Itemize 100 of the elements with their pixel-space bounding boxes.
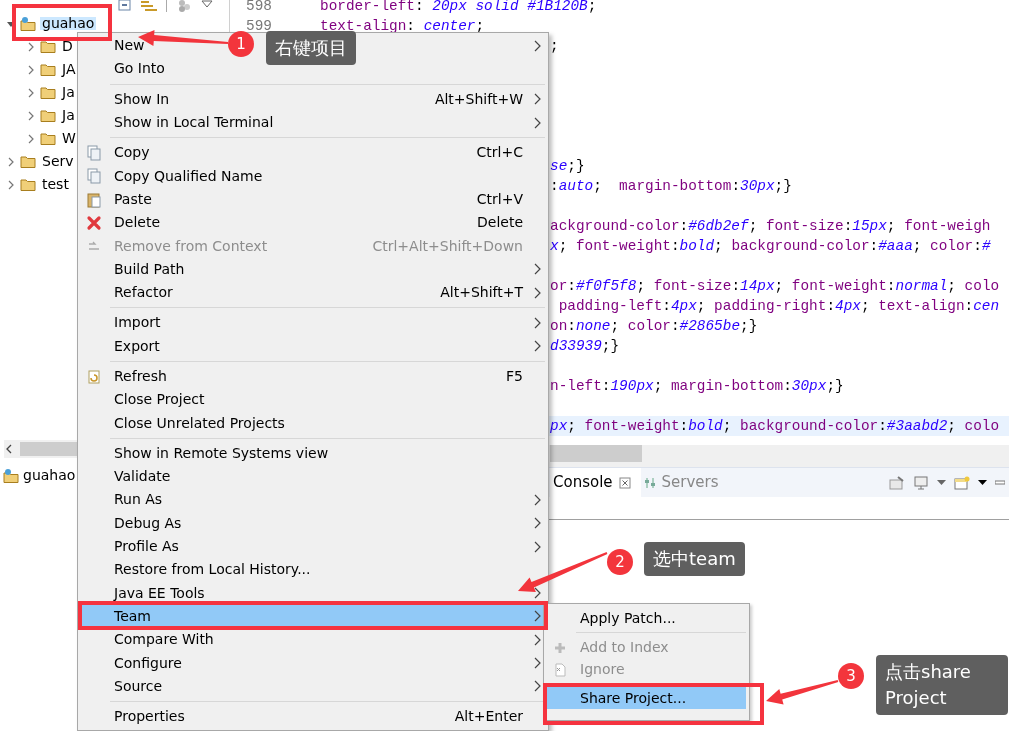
callout-label: 点击share Project: [876, 655, 1008, 715]
menu-item[interactable]: Close Unrelated Projects: [114, 414, 285, 431]
code-line: border-left: 20px solid #1B120B;: [320, 0, 597, 12]
menu-item[interactable]: Restore from Local History...: [114, 561, 311, 578]
menu-item[interactable]: Refresh: [114, 368, 167, 384]
tree-item[interactable]: JA: [60, 63, 78, 76]
shortcut-text: Ctrl+C: [476, 143, 524, 163]
menu-item[interactable]: Share Project...: [547, 687, 746, 709]
scroll-left-icon[interactable]: [4, 443, 14, 455]
menu-item[interactable]: Source: [114, 677, 163, 694]
folder-icon: [40, 39, 56, 54]
scrollbar-thumb[interactable]: [550, 445, 642, 462]
menu-item[interactable]: Profile As: [114, 538, 179, 555]
chevron-right-icon[interactable]: [26, 132, 36, 145]
chevron-right-icon[interactable]: [6, 178, 16, 191]
code-line: ackground-color:#6db2ef; font-size:15px; font-weigh: [550, 220, 991, 232]
pin-icon[interactable]: [889, 475, 905, 490]
code-line: px; font-weight:bold; background-color:#3aabd2; colo: [550, 420, 1000, 432]
menu-item[interactable]: Validate: [114, 468, 171, 485]
panel-tab[interactable]: Console: [550, 468, 641, 497]
tree-item[interactable]: Ja: [60, 109, 77, 122]
shortcut-text: Alt+Enter: [454, 707, 524, 727]
menu-item[interactable]: Export: [114, 337, 160, 354]
menu-item[interactable]: Import: [114, 314, 161, 331]
copy-icon: [86, 168, 102, 185]
monitor-icon[interactable]: [913, 475, 929, 490]
folder-icon: [20, 154, 36, 169]
refresh-icon: [86, 368, 102, 385]
dropdown-icon[interactable]: [978, 479, 987, 486]
code-line: n-left:190px; margin-bottom:30px;}: [550, 380, 844, 392]
tree-item[interactable]: Serv: [40, 155, 76, 168]
menu-item[interactable]: Compare With: [114, 631, 214, 648]
filter-icon[interactable]: [176, 0, 192, 12]
menu-item[interactable]: Paste: [114, 190, 152, 207]
menu-item[interactable]: Run As: [114, 491, 163, 508]
step-number: 2: [607, 549, 633, 575]
code-line: on:none; color:#2865be;}: [550, 320, 758, 332]
chevron-right-icon[interactable]: [26, 86, 36, 99]
code-line: d33939;}: [550, 340, 620, 352]
folder-icon: [20, 177, 36, 192]
folder-icon: [40, 62, 56, 77]
minimize-icon[interactable]: [995, 477, 1005, 488]
code-line: se;}: [550, 160, 585, 172]
folder-icon: [40, 108, 56, 123]
shortcut-text: Delete: [477, 213, 524, 233]
menu-item[interactable]: Copy Qualified Name: [114, 167, 263, 184]
copy-icon: [86, 145, 102, 162]
menu-item[interactable]: Java EE Tools: [114, 584, 205, 601]
shortcut-text: Ctrl+V: [476, 189, 524, 209]
line-number: 599: [246, 20, 272, 32]
file-icon: [552, 662, 568, 678]
sliders-icon: [643, 476, 656, 489]
menu-item[interactable]: Configure: [114, 654, 182, 671]
project-icon: [20, 16, 36, 31]
shortcut-text: F5: [506, 367, 524, 386]
step-number: 3: [838, 663, 864, 689]
menu-item[interactable]: Delete: [114, 214, 160, 231]
plus-icon: [552, 640, 568, 656]
code-line: :auto; margin-bottom:30px;}: [550, 180, 792, 192]
menu-item[interactable]: Debug As: [114, 514, 182, 531]
shortcut-text: Ctrl+Alt+Shift+Down: [372, 236, 524, 256]
chevron-right-icon[interactable]: [26, 40, 36, 53]
close-icon[interactable]: [618, 476, 631, 489]
toolbar-separator-icon: [166, 0, 168, 12]
menu-item[interactable]: Properties: [114, 708, 185, 725]
chevron-right-icon[interactable]: [6, 155, 16, 168]
folder-icon: [40, 85, 56, 100]
tree-item[interactable]: D: [60, 40, 75, 53]
menu-item[interactable]: Apply Patch...: [580, 609, 676, 626]
menu-item[interactable]: Show in Local Terminal: [114, 114, 274, 131]
minimized-tab[interactable]: guahao: [23, 464, 76, 486]
code-line: padding-left:4px; padding-right:4px; text-align:cen: [557, 300, 1000, 312]
tree-item[interactable]: W: [60, 132, 78, 145]
menu-item[interactable]: Go Into: [114, 60, 165, 77]
chevron-right-icon[interactable]: [26, 63, 36, 76]
code-line: ;: [550, 40, 559, 52]
code-line: or:#f0f5f8; font-size:14px; font-weight:normal; colo: [550, 280, 1000, 292]
menu-item[interactable]: Show In: [114, 90, 170, 107]
collapse-all-icon[interactable]: [118, 0, 132, 12]
callout-label: 选中team: [644, 542, 745, 576]
line-number: 598: [246, 0, 272, 12]
callout-label: 右键项目: [266, 31, 356, 65]
chevron-right-icon[interactable]: [26, 109, 36, 122]
menu-item[interactable]: Show in Remote Systems view: [114, 444, 329, 461]
menu-item[interactable]: Build Path: [114, 260, 185, 277]
menu-item[interactable]: New: [114, 37, 145, 54]
menu-item[interactable]: Copy: [114, 144, 150, 161]
folder-icon: [40, 131, 56, 146]
code-line: x; font-weight:bold; background-color:#aaa; color:#: [550, 240, 991, 252]
paste-icon: [86, 191, 102, 208]
menu-item[interactable]: Refactor: [114, 284, 173, 301]
tree-item[interactable]: Ja: [60, 86, 77, 99]
shortcut-text: Alt+Shift+T: [440, 283, 524, 303]
menu-item[interactable]: Close Project: [114, 391, 205, 408]
project-icon: [3, 467, 19, 483]
shortcut-text: Alt+Shift+W: [434, 89, 524, 109]
delete-icon: [86, 215, 102, 232]
tree-item[interactable]: test: [40, 178, 71, 191]
tree-item[interactable]: guahao: [40, 17, 97, 30]
view-menu-icon[interactable]: [200, 0, 214, 10]
